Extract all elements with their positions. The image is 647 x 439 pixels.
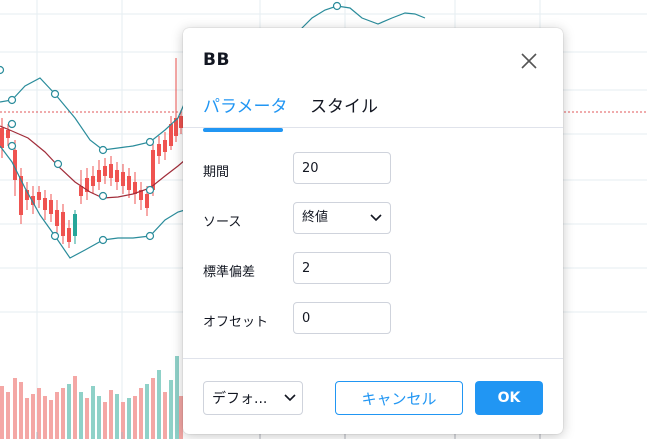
volume-bar (139, 388, 143, 439)
volume-bar (6, 392, 10, 439)
candle-body (6, 130, 10, 138)
candle-body (67, 228, 71, 242)
length-input[interactable] (293, 152, 391, 184)
stddev-label: 標準偏差 (203, 265, 256, 280)
bb-lower-band (0, 145, 186, 259)
source-select[interactable]: 終値 (293, 202, 391, 234)
candle-body (97, 170, 101, 182)
stddev-input[interactable] (293, 252, 391, 284)
ok-button[interactable]: OK (475, 381, 543, 415)
candle-body (109, 164, 113, 178)
candle-body (115, 170, 119, 182)
source-label: ソース (203, 215, 242, 230)
volume-bar (163, 392, 167, 439)
offset-label: オフセット (203, 315, 269, 330)
volume-bar (169, 380, 173, 439)
volume-bar (73, 376, 77, 439)
volume-bar (37, 388, 41, 439)
volume-bar (49, 400, 53, 439)
volume-bar (115, 394, 119, 439)
bb-upper-band-right (299, 5, 426, 31)
volume-bar (25, 398, 29, 439)
volume-bar (67, 384, 71, 439)
tab-style[interactable]: スタイル (310, 94, 378, 131)
active-tab-indicator (203, 128, 283, 132)
volume-bar (61, 388, 65, 439)
chevron-down-icon (284, 394, 296, 402)
volume-bar (85, 398, 89, 439)
candle-body (103, 166, 107, 176)
bb-upper-band (0, 77, 186, 151)
close-button[interactable] (515, 50, 543, 72)
cancel-button[interactable]: キャンセル (335, 381, 463, 415)
volume-bar (151, 378, 155, 439)
volume-bar (145, 384, 149, 439)
volume-bar (79, 392, 83, 439)
volume-bar (13, 378, 17, 439)
tab-bar: パラメータ スタイル (183, 94, 563, 134)
chevron-down-icon (370, 214, 382, 222)
volume-bar (103, 402, 107, 439)
candle-body (73, 214, 77, 236)
dialog-title: BB (203, 50, 230, 70)
volume-bar (31, 394, 35, 439)
candle-body (127, 176, 131, 190)
length-label: 期間 (203, 165, 230, 180)
candle-body (37, 192, 41, 200)
volume-bar (175, 356, 179, 439)
volume-bar (19, 382, 23, 439)
volume-bar (91, 386, 95, 439)
bollinger-bands-settings-dialog: BB パラメータ スタイル 期間 ソース 終値 標準偏差 オフセット デフォ..… (183, 28, 563, 434)
candle-body (145, 194, 149, 208)
candle-body (0, 128, 4, 148)
tab-parameters[interactable]: パラメータ (203, 94, 288, 131)
defaults-dropdown[interactable]: デフォ... (203, 381, 303, 415)
volume-bars (0, 356, 183, 439)
candle-body (163, 140, 167, 152)
candle-body (61, 212, 65, 236)
candle-body (157, 144, 161, 156)
volume-bar (127, 398, 131, 439)
footer-divider (183, 358, 563, 359)
volume-bar (157, 370, 161, 439)
candle-body (43, 198, 47, 210)
volume-bar (97, 396, 101, 439)
candle-body (55, 210, 59, 226)
candles (0, 58, 183, 248)
candle-body (49, 200, 53, 214)
volume-bar (133, 396, 137, 439)
tabs-divider (183, 127, 563, 128)
source-selected-value: 終値 (302, 210, 329, 225)
defaults-label: デフォ... (212, 391, 268, 407)
offset-input[interactable] (293, 302, 391, 334)
close-x-icon (521, 53, 537, 69)
volume-bar (43, 396, 47, 439)
candle-body (121, 172, 125, 186)
candle-body (169, 124, 173, 146)
volume-bar (0, 386, 4, 439)
volume-bar (55, 392, 59, 439)
candle-body (91, 176, 95, 186)
volume-bar (109, 390, 113, 439)
